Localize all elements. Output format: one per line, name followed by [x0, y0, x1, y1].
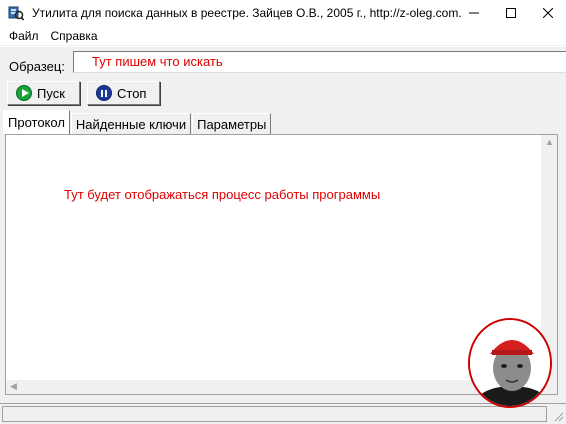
start-button[interactable]: Пуск	[7, 81, 80, 105]
start-button-label: Пуск	[37, 85, 65, 101]
pattern-input[interactable]: Тут пишем что искать	[73, 51, 566, 73]
window-title: Утилита для поиска данных в реестре. Зай…	[32, 6, 462, 20]
pause-icon	[96, 85, 112, 101]
registry-search-icon[interactable]	[8, 5, 25, 21]
menu-file[interactable]: Файл	[3, 29, 45, 43]
play-icon	[16, 85, 32, 101]
pattern-label: Образец:	[9, 59, 65, 74]
avatar	[468, 318, 552, 408]
protocol-placeholder-text: Тут будет отображаться процесс работы пр…	[64, 187, 381, 202]
resize-grip-icon[interactable]	[552, 410, 564, 422]
maximize-button[interactable]	[492, 0, 529, 26]
tab-strip: Протокол Найденные ключи Параметры	[3, 110, 272, 134]
tab-found-keys[interactable]: Найденные ключи	[70, 113, 192, 134]
status-panel	[2, 406, 547, 422]
stop-button-label: Стоп	[117, 85, 147, 101]
tab-parameters[interactable]: Параметры	[192, 113, 272, 134]
status-bar	[0, 403, 566, 424]
title-bar[interactable]: Утилита для поиска данных в реестре. Зай…	[0, 0, 566, 26]
menu-help[interactable]: Справка	[45, 29, 104, 43]
tab-protocol[interactable]: Протокол	[3, 110, 70, 134]
scroll-left-icon[interactable]: ◀	[10, 381, 17, 392]
close-button[interactable]	[529, 0, 566, 26]
stop-button[interactable]: Стоп	[87, 81, 160, 105]
scroll-up-icon[interactable]: ▲	[545, 137, 554, 147]
minimize-button[interactable]	[455, 0, 492, 26]
horizontal-scrollbar[interactable]: ◀	[6, 380, 543, 394]
menu-bar: Файл Справка	[0, 26, 566, 46]
